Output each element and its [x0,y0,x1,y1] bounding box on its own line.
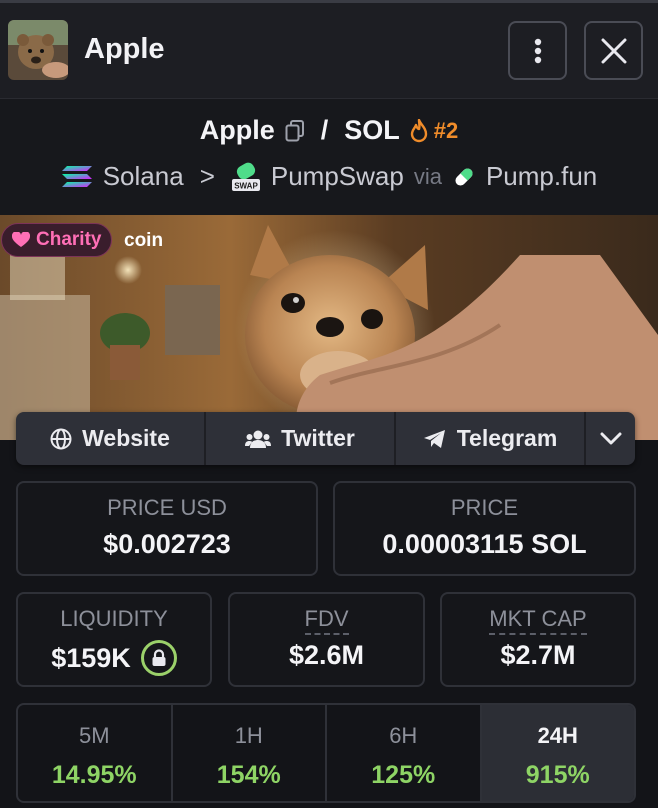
period-change-value: 915% [525,761,590,789]
period-label: 24H [537,723,578,748]
price-native-card: PRICE 0.00003115 SOL [333,481,636,576]
dex-name[interactable]: PumpSwap [271,161,404,192]
website-label: Website [82,425,170,451]
trending-rank[interactable]: #2 [410,118,458,144]
close-icon [601,38,626,63]
period-change-value: 14.95% [51,761,137,789]
svg-text:SWAP: SWAP [234,181,258,190]
chevron-down-icon [600,432,621,444]
twitter-label: Twitter [281,425,355,451]
price-usd-value: $0.002723 [103,529,231,559]
chain-name[interactable]: Solana [103,161,184,192]
social-links-bar: Website Twitter Telegram [16,412,635,465]
charity-badge[interactable]: Charity [1,223,113,257]
period-change-value: 154% [216,761,281,789]
vertical-dots-icon [534,38,541,63]
twitter-link[interactable]: Twitter [206,412,396,465]
liquidity-card: LIQUIDITY $159K [16,592,212,687]
period-tab-5m[interactable]: 5M 14.95% [18,705,173,801]
price-native-value: 0.00003115 SOL [382,529,587,559]
period-label: 6H [389,723,418,748]
quote-token-symbol: SOL [344,115,400,145]
market-cap-card: MKT CAP $2.7M [440,592,636,687]
token-avatar [8,20,68,80]
base-token-symbol: Apple [199,115,275,145]
period-label: 5M [78,723,110,748]
pair-separator: / [320,115,329,145]
pill-icon [455,167,473,186]
app-title: Apple [84,33,165,65]
liquidity-label: LIQUIDITY [60,606,168,631]
fdv-value: $2.6M [288,640,365,670]
market-cap-value: $2.7M [500,640,576,670]
copy-icon[interactable] [285,119,305,142]
charity-label: Charity [36,229,102,250]
close-button[interactable] [584,21,643,80]
telegram-link[interactable]: Telegram [396,412,586,465]
launchpad-name[interactable]: Pump.fun [486,161,597,192]
price-usd-label: PRICE USD [107,495,227,520]
header-bar: Apple [0,0,658,98]
globe-icon [50,428,72,449]
via-label: via [413,163,442,189]
website-link[interactable]: Website [16,412,206,465]
telegram-label: Telegram [456,425,558,451]
period-tab-1h[interactable]: 1H 154% [173,705,327,801]
telegram-icon [423,429,445,448]
period-label: 1H [234,723,263,748]
chevron-right-icon: > [199,161,215,191]
price-native-label: PRICE [450,495,519,520]
market-cap-label[interactable]: MKT CAP [489,606,587,635]
rank-value: #2 [433,117,459,143]
liquidity-value: $159K [51,642,131,673]
period-tab-6h[interactable]: 6H 125% [327,705,482,801]
liquidity-lock-badge[interactable] [140,640,177,676]
more-links-button[interactable] [586,412,635,465]
lock-icon [152,649,166,666]
fdv-label[interactable]: FDV [304,606,349,635]
heart-icon [12,232,30,247]
flame-icon [410,118,427,142]
fdv-card: FDV $2.6M [228,592,425,687]
solana-icon [61,165,92,187]
price-usd-card: PRICE USD $0.002723 [16,481,318,576]
pumpswap-icon: SWAP [231,162,260,191]
price-change-tabs: 5M 14.95% 1H 154% 6H 125% 24H 915% [16,703,636,803]
users-icon [245,430,272,448]
period-tab-24h[interactable]: 24H 915% [481,705,634,801]
coin-label: coin [124,230,164,251]
pair-info: Apple / SOL #2 Solana > SWAP PumpSwap vi… [0,98,658,215]
more-options-button[interactable] [508,21,567,80]
period-change-value: 125% [371,761,436,789]
